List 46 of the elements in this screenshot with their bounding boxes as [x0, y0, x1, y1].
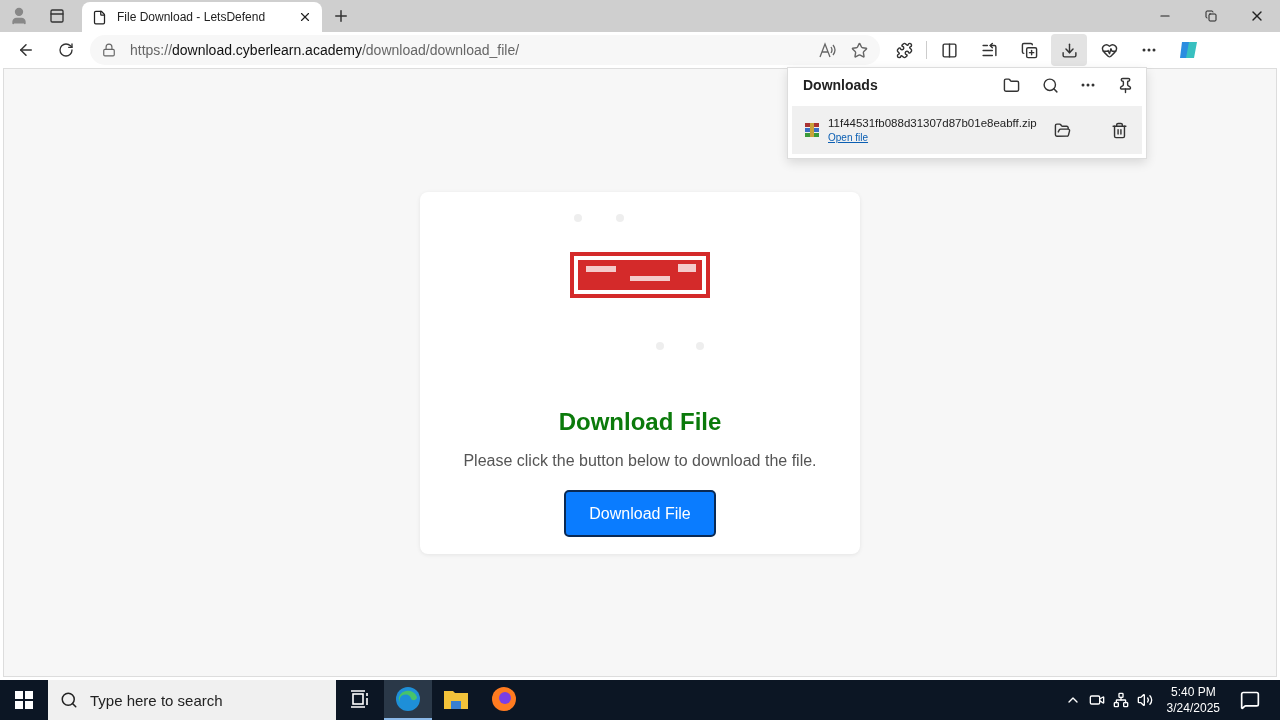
folder-icon	[1003, 76, 1020, 94]
browser-tab[interactable]: File Download - LetsDefend	[82, 2, 322, 32]
search-field[interactable]: Type here to search	[88, 690, 324, 710]
split-screen-icon	[940, 41, 958, 59]
downloads-button[interactable]	[1051, 34, 1087, 66]
address-field[interactable]: https://download.cyberlearn.academy/download/download_file/	[90, 35, 880, 65]
download-item[interactable]: 11f44531fb088d31307d87b01e8eabff.zip Open file	[792, 106, 1142, 154]
volume-icon[interactable]	[1136, 692, 1153, 708]
read-aloud-icon[interactable]	[819, 42, 837, 58]
tabs-icon	[49, 8, 65, 24]
puzzle-icon	[895, 41, 913, 59]
heart-pulse-icon	[1100, 41, 1118, 59]
person-icon	[9, 6, 29, 26]
favorites-icon	[980, 41, 998, 59]
search-icon	[60, 691, 78, 709]
taskbar-app[interactable]	[384, 680, 432, 720]
restore-icon	[1205, 10, 1217, 22]
camera-icon[interactable]	[1088, 692, 1105, 708]
lock-icon	[102, 43, 116, 57]
panel-title: Downloads	[803, 77, 879, 93]
search-box[interactable]: Type here to search	[48, 680, 336, 720]
search-icon	[1042, 76, 1059, 94]
page-icon	[92, 9, 107, 25]
file-name: 11f44531fb088d31307d87b01e8eabff.zip	[828, 117, 1036, 129]
download-button[interactable]: Download File	[564, 490, 716, 537]
more-icon	[1142, 48, 1156, 52]
windows-icon	[15, 691, 33, 709]
open-file-link[interactable]: Open file	[828, 132, 1036, 143]
refresh-icon	[58, 42, 74, 58]
close-icon[interactable]	[298, 10, 312, 24]
plus-icon	[332, 7, 350, 25]
card-heading: Download File	[558, 408, 722, 436]
folder-icon	[443, 688, 469, 710]
favorite-icon[interactable]	[851, 41, 868, 59]
collections-icon	[1020, 41, 1038, 59]
more-icon	[1081, 83, 1095, 87]
folder-icon	[1054, 121, 1071, 139]
download-icon	[1060, 41, 1078, 59]
card-message: Please click the button below to download the file.	[463, 452, 817, 470]
task-view-icon	[350, 690, 370, 708]
trash-icon	[1111, 121, 1128, 139]
network-icon[interactable]	[1112, 692, 1129, 708]
archive-icon	[804, 122, 820, 138]
notifications-icon[interactable]	[1240, 690, 1260, 710]
clock[interactable]: 5:40 PM 3/24/2025	[1166, 684, 1220, 716]
pin-icon	[1117, 76, 1134, 94]
